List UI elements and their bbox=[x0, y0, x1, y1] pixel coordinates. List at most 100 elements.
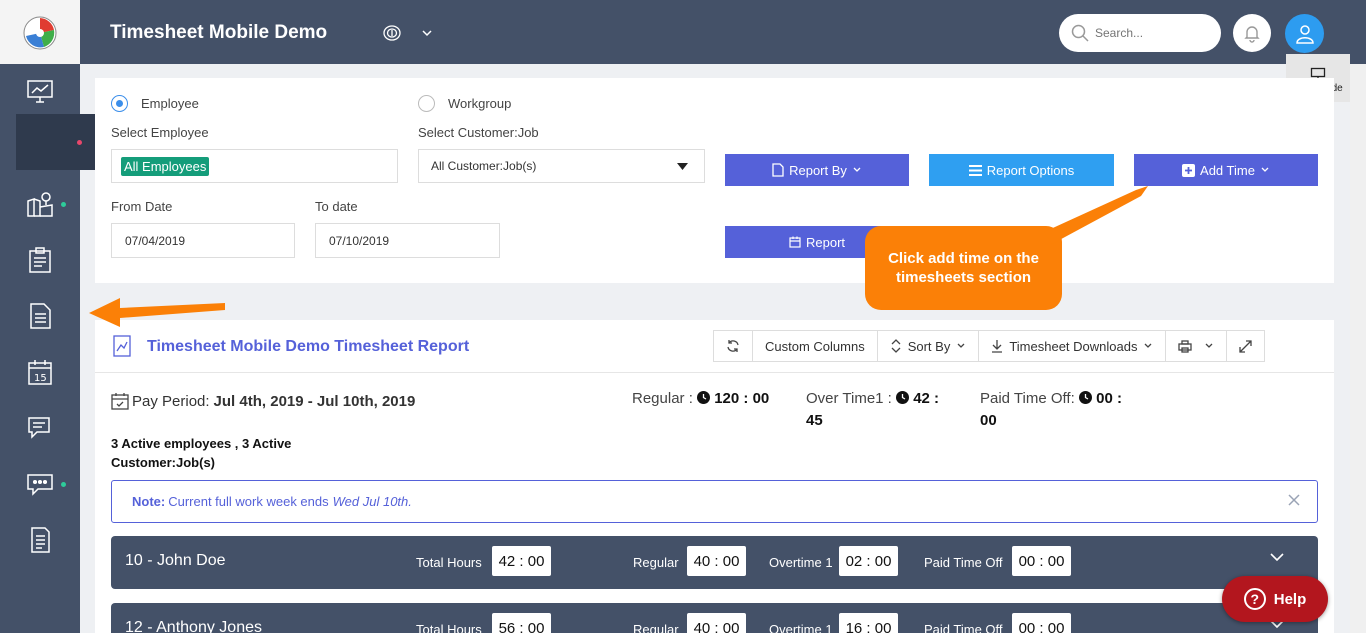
nav-documents[interactable] bbox=[0, 288, 80, 344]
overtime-summary-value-a: 42 : bbox=[913, 390, 940, 407]
status-dot bbox=[61, 482, 66, 487]
radio-employee[interactable]: Employee bbox=[111, 95, 199, 112]
employee-select[interactable]: All Employees bbox=[111, 149, 398, 183]
report-toolbar: Custom Columns Sort By Timesheet Downloa… bbox=[713, 330, 1266, 362]
status-dot bbox=[61, 202, 66, 207]
sort-by-button[interactable]: Sort By bbox=[878, 331, 980, 361]
calendar-check-icon bbox=[111, 393, 129, 410]
pay-period: Pay Period: Jul 4th, 2019 - Jul 10th, 20… bbox=[111, 392, 415, 410]
notifications-button[interactable] bbox=[1233, 14, 1271, 52]
report-options-button[interactable]: Report Options bbox=[929, 154, 1114, 186]
page-scrollbar[interactable] bbox=[1350, 64, 1366, 633]
total-hours-value: 56 : 00 bbox=[492, 613, 551, 633]
employee-name: 12 - Anthony Jones bbox=[125, 619, 262, 633]
nav-map[interactable] bbox=[0, 176, 80, 232]
note-text: Current full work week ends bbox=[168, 494, 329, 509]
tutorial-callout: Click add time on the timesheets section bbox=[865, 226, 1062, 310]
status-dot bbox=[77, 140, 82, 145]
regular-label: Regular bbox=[633, 555, 679, 570]
add-time-button[interactable]: Add Time bbox=[1134, 154, 1318, 186]
app-logo[interactable] bbox=[0, 0, 80, 64]
clipboard-icon bbox=[29, 247, 51, 273]
active-summary-line2: Customer:Job(s) bbox=[111, 455, 216, 470]
customer-job-select[interactable]: All Customer:Job(s) bbox=[418, 149, 705, 183]
report-options-label: Report Options bbox=[986, 162, 1075, 178]
report-label: Report bbox=[805, 234, 846, 250]
downloads-label: Timesheet Downloads bbox=[1009, 338, 1138, 354]
search-input[interactable] bbox=[1095, 26, 1205, 40]
bell-icon bbox=[1244, 26, 1260, 43]
regular-value: 40 : 00 bbox=[687, 546, 746, 576]
expand-button[interactable] bbox=[1227, 331, 1264, 361]
selected-employee-tag: All Employees bbox=[121, 156, 210, 176]
total-hours-value: 42 : 00 bbox=[492, 546, 551, 576]
employee-row[interactable]: 12 - Anthony Jones Total Hours 56 : 00 R… bbox=[111, 603, 1318, 633]
report-by-label: Report By bbox=[789, 162, 847, 178]
sort-icon bbox=[891, 339, 901, 353]
pto-summary: Paid Time Off: 00 : 00 bbox=[980, 388, 1150, 432]
timesheet-downloads-button[interactable]: Timesheet Downloads bbox=[979, 331, 1167, 361]
document-icon bbox=[30, 303, 51, 329]
refresh-icon bbox=[727, 340, 739, 352]
nav-messages[interactable] bbox=[0, 400, 80, 456]
report-by-button[interactable]: Report By bbox=[725, 154, 909, 186]
radio-workgroup[interactable]: Workgroup bbox=[418, 95, 511, 112]
report-icon bbox=[113, 335, 131, 357]
overtime-value: 02 : 00 bbox=[839, 546, 898, 576]
currency-icon[interactable] bbox=[382, 24, 402, 42]
total-hours-label: Total Hours bbox=[416, 555, 482, 570]
regular-summary: Regular : 120 : 00 bbox=[632, 388, 769, 410]
to-date-input[interactable]: 07/10/2019 bbox=[315, 223, 500, 258]
user-menu-button[interactable] bbox=[1285, 14, 1324, 53]
radio-selected-icon bbox=[111, 95, 128, 112]
print-button[interactable] bbox=[1166, 331, 1228, 361]
svg-text:15: 15 bbox=[34, 373, 47, 384]
nav-chat[interactable] bbox=[0, 456, 80, 512]
message-dots-icon bbox=[27, 474, 53, 496]
radio-employee-label: Employee bbox=[141, 96, 199, 111]
nav-dashboard[interactable] bbox=[0, 64, 80, 120]
custom-columns-button[interactable]: Custom Columns bbox=[753, 331, 878, 361]
form-icon bbox=[31, 527, 50, 553]
timesheet-report: Timesheet Mobile Demo Timesheet Report C… bbox=[95, 320, 1334, 633]
search-box[interactable] bbox=[1059, 14, 1221, 52]
chevron-down-icon[interactable] bbox=[1269, 551, 1285, 563]
nav-forms[interactable] bbox=[0, 512, 80, 568]
note-label: Note: bbox=[132, 494, 166, 509]
pay-period-value: Jul 4th, 2019 - Jul 10th, 2019 bbox=[213, 392, 416, 410]
report-title: Timesheet Mobile Demo Timesheet Report bbox=[147, 338, 470, 355]
chevron-down-icon[interactable] bbox=[420, 26, 434, 40]
search-icon bbox=[1071, 24, 1089, 42]
chevron-down-icon bbox=[1261, 167, 1269, 172]
pay-period-label: Pay Period: bbox=[132, 392, 210, 410]
active-summary: 3 Active employees , 3 Active Customer:J… bbox=[111, 434, 331, 472]
user-icon bbox=[1295, 24, 1314, 44]
radio-unselected-icon bbox=[418, 95, 435, 112]
total-hours-label: Total Hours bbox=[416, 622, 482, 633]
add-time-label: Add Time bbox=[1200, 162, 1255, 178]
to-date-value: 07/10/2019 bbox=[329, 233, 390, 248]
clock-icon bbox=[896, 391, 910, 404]
calendar-icon bbox=[789, 236, 801, 248]
refresh-button[interactable] bbox=[714, 331, 753, 361]
customer-job-value: All Customer:Job(s) bbox=[431, 159, 537, 173]
logo-icon bbox=[23, 16, 57, 50]
pto-label: Paid Time Off bbox=[924, 622, 1003, 633]
to-date-label: To date bbox=[315, 199, 358, 214]
menu-icon bbox=[968, 164, 982, 176]
regular-value: 40 : 00 bbox=[687, 613, 746, 633]
close-icon[interactable] bbox=[1287, 493, 1301, 507]
nav-jobs[interactable] bbox=[0, 232, 80, 288]
regular-summary-label: Regular : bbox=[632, 390, 693, 407]
sort-by-label: Sort By bbox=[907, 338, 951, 354]
filter-panel: Employee Workgroup Select Employee All E… bbox=[95, 78, 1334, 283]
pto-summary-value-b: 00 bbox=[980, 412, 997, 429]
nav-calendar[interactable]: 15 bbox=[0, 344, 80, 400]
chevron-down-icon bbox=[1206, 343, 1213, 348]
caret-down-icon bbox=[677, 163, 688, 170]
from-date-input[interactable]: 07/04/2019 bbox=[111, 223, 295, 258]
employee-row[interactable]: 10 - John Doe Total Hours 42 : 00 Regula… bbox=[111, 536, 1318, 589]
pto-summary-value-a: 00 : bbox=[1096, 390, 1122, 407]
chevron-down-icon bbox=[853, 167, 861, 172]
help-button[interactable]: ? Help bbox=[1222, 576, 1328, 622]
